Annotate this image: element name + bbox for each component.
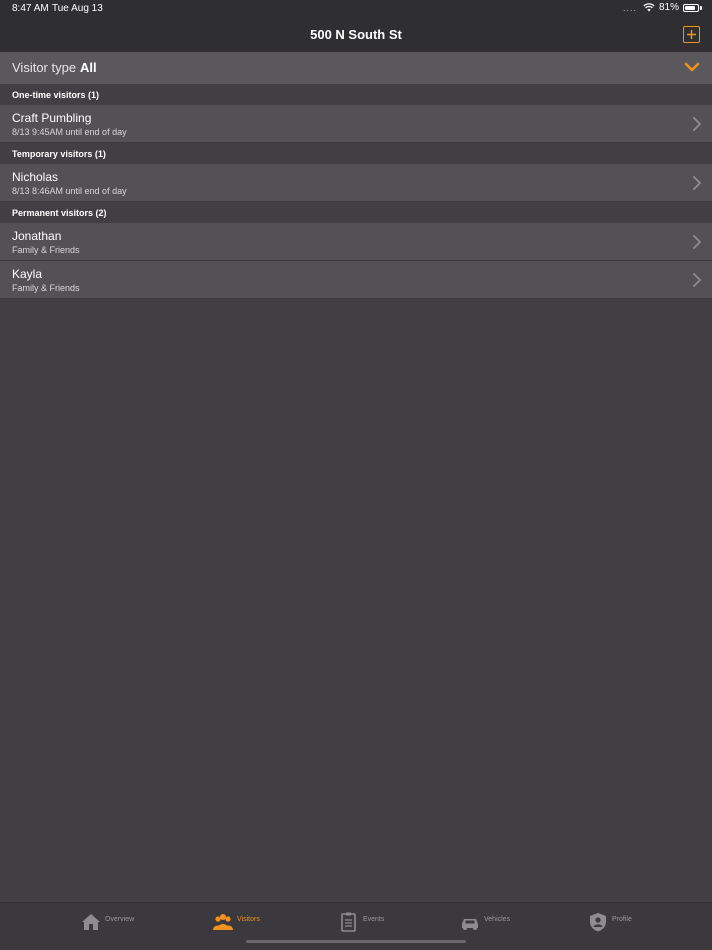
chevron-right-icon bbox=[693, 235, 701, 249]
visitor-detail: 8/13 9:45AM until end of day bbox=[12, 127, 127, 137]
tab-label: Profile bbox=[612, 915, 632, 923]
tab-overview[interactable]: Overview bbox=[80, 912, 134, 932]
section-header-permanent: Permanent visitors (2) bbox=[0, 203, 712, 223]
battery-tip bbox=[700, 5, 702, 10]
visitor-name: Kayla bbox=[12, 267, 43, 281]
house-icon bbox=[82, 914, 100, 930]
visitor-type-filter[interactable]: Visitor type All bbox=[0, 52, 712, 84]
visitor-row[interactable]: Jonathan Family & Friends bbox=[0, 223, 712, 261]
visitor-row[interactable]: Craft Pumbling 8/13 9:45AM until end of … bbox=[0, 105, 712, 143]
home-indicator[interactable] bbox=[246, 940, 466, 943]
people-icon bbox=[213, 914, 233, 930]
chevron-right-icon bbox=[693, 176, 701, 190]
shield-user-icon bbox=[590, 913, 606, 932]
chevron-right-icon bbox=[693, 273, 701, 287]
visitor-detail: Family & Friends bbox=[12, 245, 80, 255]
tab-vehicles[interactable]: Vehicles bbox=[459, 912, 510, 932]
visitor-detail: Family & Friends bbox=[12, 283, 80, 293]
cellular-signal-icon: .... bbox=[622, 2, 637, 13]
visitor-name: Jonathan bbox=[12, 229, 62, 243]
status-bar: 8:47 AM Tue Aug 13 .... 81% bbox=[0, 0, 712, 18]
tab-label: Events bbox=[363, 915, 385, 923]
status-date: Tue Aug 13 bbox=[52, 3, 103, 14]
filter-value: All bbox=[80, 60, 97, 75]
page-title: 500 N South St bbox=[310, 27, 402, 42]
car-icon bbox=[462, 919, 478, 930]
tab-label: Vehicles bbox=[484, 915, 511, 923]
tab-events[interactable]: Events bbox=[338, 912, 384, 932]
tab-label: Overview bbox=[105, 915, 135, 923]
wifi-icon bbox=[643, 3, 655, 12]
status-time: 8:47 AM bbox=[12, 3, 49, 14]
section-header-one-time: One-time visitors (1) bbox=[0, 85, 712, 105]
clipboard-icon bbox=[341, 912, 356, 932]
visitor-detail: 8/13 8:46AM until end of day bbox=[12, 186, 127, 196]
status-indicators: .... 81% bbox=[623, 2, 702, 13]
chevron-down-icon bbox=[684, 62, 700, 72]
tab-visitors[interactable]: Visitors bbox=[212, 912, 260, 932]
visitor-name: Nicholas bbox=[12, 170, 59, 184]
tab-profile[interactable]: Profile bbox=[587, 912, 632, 932]
visitor-row[interactable]: Kayla Family & Friends bbox=[0, 261, 712, 299]
section-title: Temporary visitors (1) bbox=[12, 149, 106, 159]
visitor-name: Craft Pumbling bbox=[12, 111, 92, 125]
battery-icon bbox=[683, 3, 699, 12]
navigation-bar: 500 N South St bbox=[0, 18, 712, 52]
plus-square-icon bbox=[687, 30, 696, 39]
battery-percent: 81% bbox=[658, 2, 679, 13]
battery-level bbox=[685, 5, 695, 10]
filter-label: Visitor type bbox=[12, 60, 77, 75]
tab-label: Visitors bbox=[237, 915, 260, 923]
visitor-row[interactable]: Nicholas 8/13 8:46AM until end of day bbox=[0, 164, 712, 202]
section-title: One-time visitors (1) bbox=[12, 90, 100, 100]
section-title: Permanent visitors (2) bbox=[12, 208, 107, 218]
add-visitor-button[interactable] bbox=[683, 26, 700, 43]
section-header-temporary: Temporary visitors (1) bbox=[0, 144, 712, 164]
chevron-right-icon bbox=[693, 117, 701, 131]
visitors-screen: 8:47 AM Tue Aug 13 .... 81% 500 N South … bbox=[0, 0, 712, 950]
